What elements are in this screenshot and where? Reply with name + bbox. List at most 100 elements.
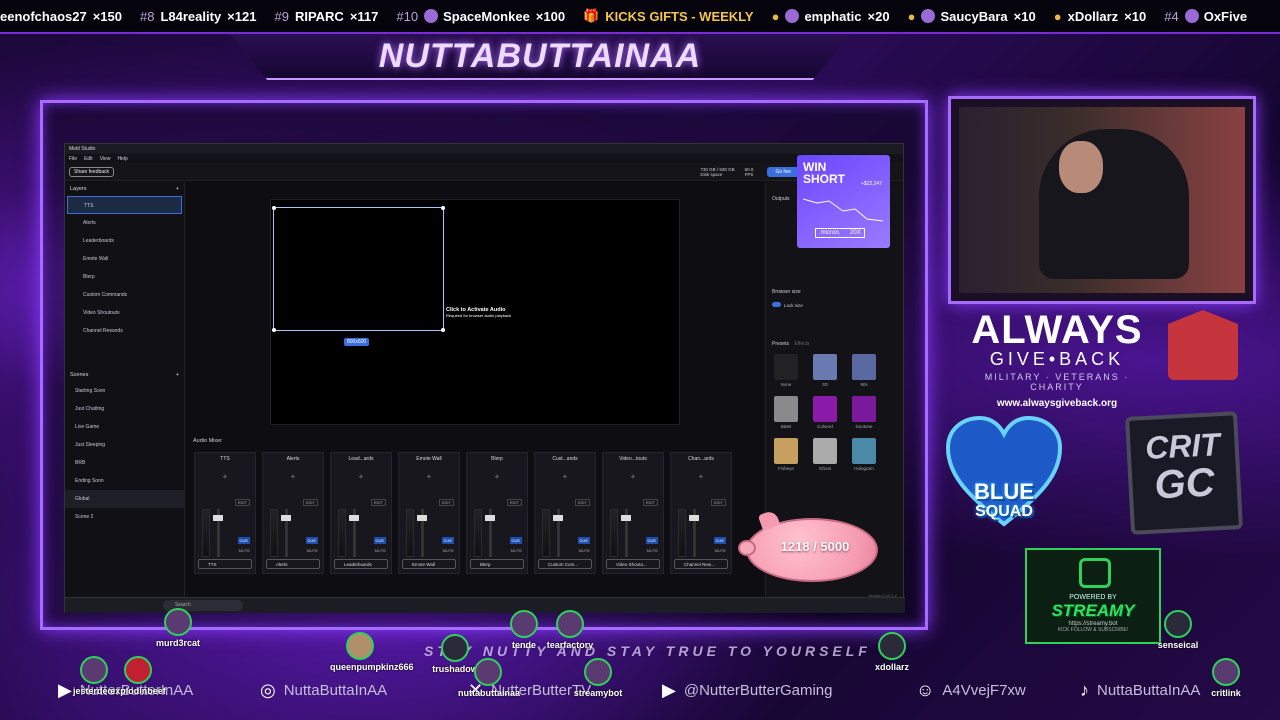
layer-item[interactable]: Emote Wall (65, 250, 184, 268)
fader-knob[interactable] (553, 515, 563, 521)
mute-button[interactable]: MUTE (375, 548, 386, 553)
fader-knob[interactable] (417, 515, 427, 521)
resize-handle[interactable] (441, 206, 445, 210)
layer-item[interactable]: Leaderboards (65, 232, 184, 250)
scene-item[interactable]: Live Game (65, 418, 184, 436)
cue-button[interactable]: CUE (237, 537, 250, 544)
source-select[interactable]: Alerts (266, 559, 320, 569)
scene-item[interactable]: Ending Soon (65, 472, 184, 490)
layer-item[interactable]: Channel Rewards (65, 322, 184, 340)
mute-button[interactable]: MUTE (715, 548, 726, 553)
layer-item[interactable]: Video Shoutouts (65, 304, 184, 322)
scene-item[interactable]: Scene 2 (65, 508, 184, 526)
layer-item[interactable]: TTS (67, 196, 182, 214)
mute-button[interactable]: MUTE (511, 548, 522, 553)
mute-button[interactable]: MUTE (579, 548, 590, 553)
resize-handle[interactable] (272, 328, 276, 332)
edit-button[interactable]: EDIT (438, 499, 454, 506)
mute-button[interactable]: MUTE (239, 548, 250, 553)
menu-file[interactable]: File (69, 156, 77, 162)
preset-thumbnail[interactable] (774, 396, 798, 422)
scene-item[interactable]: Starting Soon (65, 382, 184, 400)
cue-button[interactable]: CUE (441, 537, 454, 544)
menu-help[interactable]: Help (117, 156, 127, 162)
source-select[interactable]: Video Shouto... (606, 559, 660, 569)
avatar (584, 658, 612, 686)
preset-thumbnail[interactable] (852, 354, 876, 380)
mute-button[interactable]: MUTE (307, 548, 318, 553)
channel-name: Video...touts (619, 456, 647, 462)
source-select[interactable]: Custom Com... (538, 559, 592, 569)
fader-knob[interactable] (621, 515, 631, 521)
preset-thumbnail[interactable] (813, 438, 837, 464)
add-filter-icon[interactable]: + (399, 472, 459, 481)
scene-item[interactable]: Just Sleeping (65, 436, 184, 454)
always-give-back-logo: ALWAYS GIVE•BACK MILITARY · VETERANS · C… (971, 308, 1143, 409)
fader-knob[interactable] (349, 515, 359, 521)
avatar (921, 9, 936, 23)
preset-thumbnail[interactable] (813, 396, 837, 422)
source-select[interactable]: Leaderboards (334, 559, 388, 569)
fader-knob[interactable] (689, 515, 699, 521)
fader-knob[interactable] (485, 515, 495, 521)
cue-button[interactable]: CUE (577, 537, 590, 544)
source-select[interactable]: Channel Rew... (674, 559, 728, 569)
selection-box[interactable] (272, 206, 445, 332)
preset-thumbnail[interactable] (852, 396, 876, 422)
source-select[interactable]: Emote Wall (402, 559, 456, 569)
layer-item[interactable]: Alerts (65, 214, 184, 232)
menu-view[interactable]: View (100, 156, 111, 162)
mute-button[interactable]: MUTE (443, 548, 454, 553)
preset-thumbnail[interactable] (774, 354, 798, 380)
add-filter-icon[interactable]: + (467, 472, 527, 481)
add-filter-icon[interactable]: + (535, 472, 595, 481)
share-feedback-button[interactable]: Share feedback (69, 166, 115, 177)
cue-button[interactable]: CUE (305, 537, 318, 544)
resize-handle[interactable] (441, 328, 445, 332)
fader-knob[interactable] (281, 515, 291, 521)
edit-button[interactable]: EDIT (302, 499, 318, 506)
mute-button[interactable]: MUTE (647, 548, 658, 553)
lock-size-toggle[interactable]: Lock size (772, 302, 803, 308)
preset-thumbnail[interactable] (813, 354, 837, 380)
preset-thumbnail[interactable] (852, 438, 876, 464)
cue-button[interactable]: CUE (645, 537, 658, 544)
chatter-bubble: streamybot (568, 658, 628, 698)
ticker-item: #10 SpaceMonkee ×100 (396, 8, 566, 24)
edit-button[interactable]: EDIT (370, 499, 386, 506)
audio-mixer: Audio Mixer TTS + EDIT CUE MUTE TTS Alerts + EDI… (190, 436, 760, 586)
layer-item[interactable]: Blerp (65, 268, 184, 286)
robot-icon (1079, 558, 1111, 588)
add-layer-icon[interactable]: + (176, 186, 179, 192)
edit-button[interactable]: EDIT (574, 499, 590, 506)
avatar (785, 9, 800, 23)
fader-knob[interactable] (213, 515, 223, 521)
add-filter-icon[interactable]: + (603, 472, 663, 481)
cue-button[interactable]: CUE (509, 537, 522, 544)
menu-edit[interactable]: Edit (84, 156, 93, 162)
level-meter (474, 509, 482, 557)
activate-audio-text[interactable]: Click to Activate Audio Required for brow… (446, 307, 511, 319)
go-live-button[interactable]: Go live (767, 166, 799, 177)
preset-thumbnail[interactable] (774, 438, 798, 464)
add-filter-icon[interactable]: + (331, 472, 391, 481)
resize-handle[interactable] (272, 206, 276, 210)
edit-button[interactable]: EDIT (234, 499, 250, 506)
add-scene-icon[interactable]: + (176, 372, 179, 378)
scene-item[interactable]: Just Chatting (65, 400, 184, 418)
source-select[interactable]: Blerp (470, 559, 524, 569)
scene-item[interactable]: Global (65, 490, 184, 508)
add-filter-icon[interactable]: + (263, 472, 323, 481)
youtube-icon: ▶ (662, 679, 676, 700)
scene-item[interactable]: BRB (65, 454, 184, 472)
add-filter-icon[interactable]: + (195, 472, 255, 481)
cue-button[interactable]: CUE (713, 537, 726, 544)
edit-button[interactable]: EDIT (710, 499, 726, 506)
layer-item[interactable]: Custom Commands (65, 286, 184, 304)
add-filter-icon[interactable]: + (671, 472, 731, 481)
presets-tab[interactable]: Presets Effects (772, 341, 810, 347)
edit-button[interactable]: EDIT (642, 499, 658, 506)
source-select[interactable]: TTS (198, 559, 252, 569)
cue-button[interactable]: CUE (373, 537, 386, 544)
edit-button[interactable]: EDIT (506, 499, 522, 506)
